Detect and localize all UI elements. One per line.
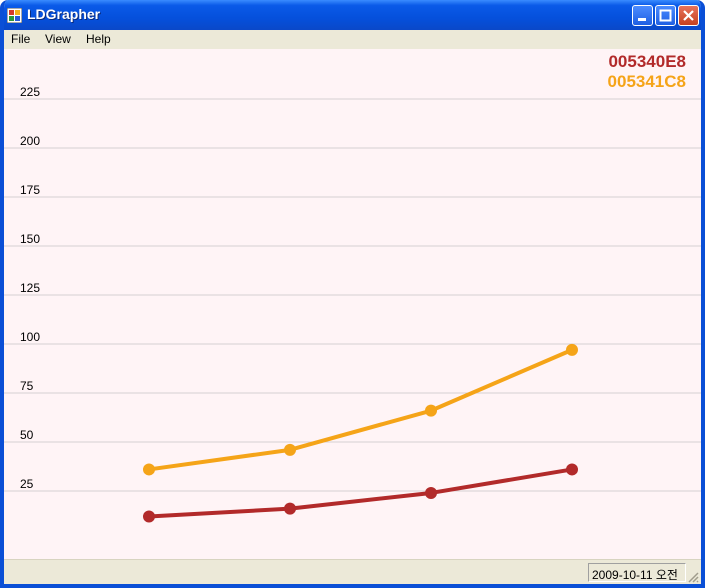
y-tick-label: 175 — [20, 183, 40, 197]
data-point — [566, 343, 578, 356]
y-tick-label: 225 — [20, 85, 40, 99]
resize-grip-icon[interactable] — [687, 571, 699, 583]
data-point — [425, 404, 437, 417]
data-point — [425, 486, 437, 499]
y-tick-label: 100 — [20, 330, 40, 344]
y-tick-label: 150 — [20, 232, 40, 246]
maximize-icon — [659, 9, 672, 22]
y-tick-label: 25 — [20, 477, 34, 491]
legend-entry: 005340E8 — [608, 52, 686, 71]
menu-bar: File View Help — [4, 30, 701, 49]
ldgrapher-window: LDGrapher File View Help 25 50 75 100 125 150… — [0, 0, 705, 588]
close-button[interactable] — [678, 5, 699, 26]
maximize-button[interactable] — [655, 5, 676, 26]
series-line — [148, 348, 573, 472]
minimize-icon — [638, 18, 646, 21]
minimize-button[interactable] — [632, 5, 653, 26]
series-line — [148, 467, 573, 519]
app-icon — [7, 8, 22, 23]
y-tick-label: 125 — [20, 281, 40, 295]
menu-file[interactable]: File — [11, 32, 30, 46]
data-point — [284, 443, 296, 456]
title-bar[interactable]: LDGrapher — [4, 0, 701, 30]
data-point — [143, 463, 155, 476]
y-tick-label: 50 — [20, 428, 34, 442]
y-tick-label: 200 — [20, 134, 40, 148]
line-chart: 25 50 75 100 125 150 175 200 225 005340E8005341C… — [4, 52, 701, 523]
data-point — [143, 510, 155, 523]
y-tick-label: 75 — [20, 379, 34, 393]
data-point — [566, 463, 578, 476]
chart-area: 25 50 75 100 125 150 175 200 225 005340E8 005341C… — [4, 49, 701, 559]
window-title: LDGrapher — [27, 6, 101, 22]
menu-view[interactable]: View — [45, 32, 71, 46]
status-datetime: 2009-10-11 오전 — [588, 563, 686, 582]
menu-help[interactable]: Help — [86, 32, 111, 46]
status-bar: 2009-10-11 오전 — [4, 559, 701, 584]
data-point — [284, 502, 296, 515]
close-icon — [683, 10, 694, 21]
legend-entry: 005341C8 — [608, 72, 686, 91]
